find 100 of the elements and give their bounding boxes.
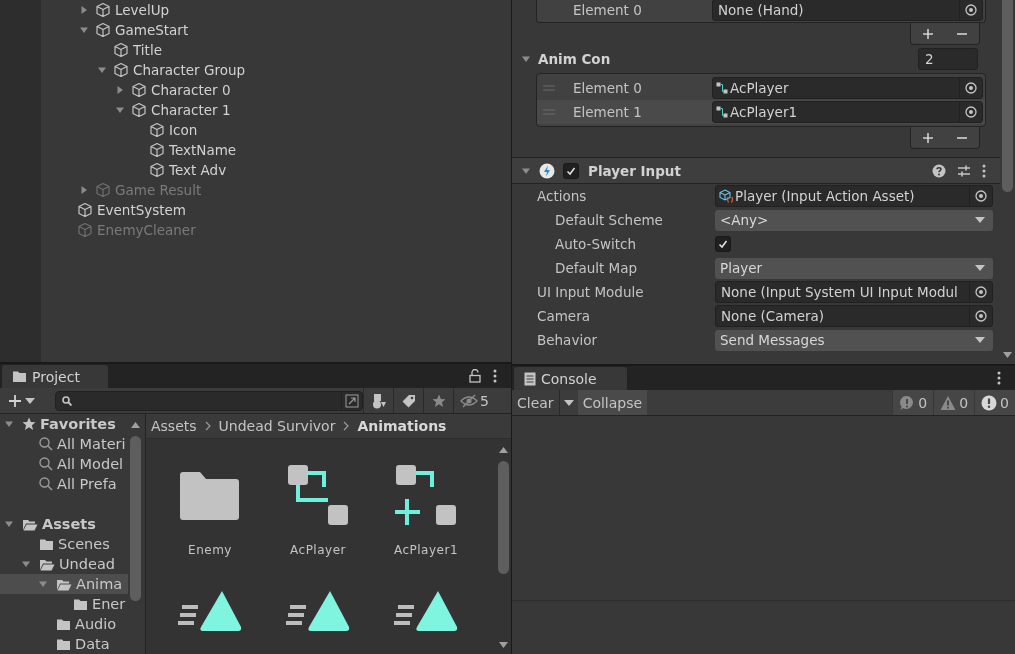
object-field[interactable]: Player (Input Action Asset)	[715, 185, 993, 207]
component-header[interactable]: Player Input	[512, 158, 1000, 183]
triangle-icon[interactable]	[115, 85, 125, 95]
search-field[interactable]	[55, 390, 363, 411]
arrow-down-icon[interactable]	[499, 642, 508, 648]
project-tree-item[interactable]: Data	[0, 634, 128, 654]
object-field[interactable]: AcPlayer	[712, 77, 983, 99]
cube-icon	[95, 2, 111, 18]
object-field[interactable]: None (Input System UI Input Modul	[715, 281, 993, 303]
hierarchy-item[interactable]: Character 0	[151, 82, 231, 98]
triangle-icon[interactable]	[4, 519, 14, 529]
clear-button[interactable]: Clear	[512, 390, 559, 415]
target-icon[interactable]	[965, 106, 977, 118]
triangle-icon[interactable]	[97, 65, 107, 75]
triangle-icon[interactable]	[4, 419, 14, 429]
triangle-icon[interactable]	[79, 185, 89, 195]
help-icon[interactable]	[932, 163, 946, 178]
sliders-icon[interactable]	[957, 163, 971, 178]
size-field[interactable]: 2	[918, 48, 978, 70]
log-count-toggle[interactable]: 0	[892, 390, 934, 415]
more-icon[interactable]	[493, 369, 497, 383]
hierarchy-item[interactable]: Icon	[169, 122, 198, 138]
triangle-icon[interactable]	[38, 579, 48, 589]
list-row[interactable]: Element 0 AcPlayer	[537, 76, 985, 100]
checkbox[interactable]	[563, 162, 579, 179]
dropdown[interactable]: <Any>	[715, 209, 993, 231]
project-tree-item[interactable]: All Model	[0, 454, 128, 474]
property-label: Behavior	[536, 332, 598, 348]
cube-icon	[131, 102, 147, 118]
target-icon[interactable]	[975, 190, 987, 202]
object-field[interactable]: AcPlayer1	[712, 101, 983, 123]
scrollbar-thumb[interactable]	[1002, 0, 1013, 192]
triangle-icon[interactable]	[79, 25, 89, 35]
hierarchy-item[interactable]: LevelUp	[115, 2, 170, 18]
asset-icon	[719, 189, 733, 203]
search-icon	[39, 477, 53, 491]
triangle-icon[interactable]	[21, 559, 31, 569]
asset-name[interactable]: Enemy	[188, 543, 232, 557]
hierarchy-item[interactable]: EventSystem	[97, 202, 186, 218]
error-icon	[981, 394, 998, 411]
hierarchy-item[interactable]: Character Group	[133, 62, 246, 78]
target-icon[interactable]	[965, 4, 977, 16]
triangle-icon[interactable]	[115, 105, 125, 115]
cube-icon	[131, 82, 147, 98]
hidden-packages-button[interactable]: 5	[453, 388, 495, 413]
arrow-up-icon[interactable]	[131, 422, 140, 428]
project-tree-item[interactable]: Favorites	[0, 414, 128, 434]
list-row[interactable]: Element 1 AcPlayer1	[537, 100, 985, 124]
log-count-toggle[interactable]: 0	[933, 390, 975, 415]
hierarchy-item[interactable]: Title	[133, 42, 162, 58]
arrow-up-icon[interactable]	[499, 447, 508, 453]
caret-icon[interactable]	[975, 337, 985, 343]
target-icon[interactable]	[975, 286, 987, 298]
caret-icon[interactable]	[975, 217, 985, 223]
project-tree-item[interactable]: Scenes	[0, 534, 128, 554]
hierarchy-item[interactable]: TextName	[169, 142, 237, 158]
caret-icon[interactable]	[25, 397, 35, 404]
breadcrumb-link[interactable]: Animations	[357, 418, 447, 434]
node-graph-icon	[716, 106, 728, 118]
search-mode-button[interactable]	[341, 391, 362, 410]
project-tree-item[interactable]: Ener	[0, 594, 128, 614]
node-graph-icon[interactable]	[286, 463, 350, 527]
scrollbar-thumb[interactable]	[130, 436, 141, 601]
breadcrumb-link[interactable]: Assets	[151, 418, 197, 434]
folder-icon	[12, 370, 27, 383]
project-tree-item[interactable]: Undead	[0, 554, 128, 574]
project-tree-item[interactable]: All Prefa	[0, 474, 128, 494]
project-tree-item[interactable]: Audio	[0, 614, 128, 634]
object-field[interactable]: None (Camera)	[715, 305, 993, 327]
more-icon[interactable]	[982, 163, 986, 178]
checkbox[interactable]	[715, 236, 731, 252]
dropdown[interactable]: Player	[715, 257, 993, 279]
target-icon[interactable]	[965, 82, 977, 94]
hierarchy-item[interactable]: GameStart	[115, 22, 189, 38]
log-count-toggle[interactable]: 0	[974, 390, 1015, 415]
hierarchy-item[interactable]: Character 1	[151, 102, 231, 118]
triangle-icon[interactable]	[79, 5, 89, 15]
scrollbar-thumb[interactable]	[498, 461, 509, 574]
asset-name[interactable]: AcPlayer1	[393, 543, 459, 557]
dropdown[interactable]: Send Messages	[715, 329, 993, 351]
project-tree-item[interactable]: All Materi	[0, 434, 128, 454]
caret-icon[interactable]	[975, 265, 985, 271]
arrow-down-icon[interactable]	[1003, 352, 1012, 358]
breadcrumb-link[interactable]: Undead Survivor	[218, 418, 336, 434]
more-icon[interactable]	[997, 371, 1001, 385]
star-icon	[22, 417, 36, 431]
panel-tab[interactable]: Console	[514, 367, 627, 390]
collapse-toggle[interactable]: Collapse	[577, 390, 648, 415]
lock-icon[interactable]	[469, 369, 481, 383]
caret-icon[interactable]	[563, 399, 574, 406]
hierarchy-item[interactable]: Text Adv	[169, 162, 227, 178]
asset-name[interactable]: AcPlayer	[290, 543, 346, 557]
panel-tab[interactable]: Project	[2, 365, 108, 388]
property-label: Default Map	[554, 260, 639, 276]
triangle-icon[interactable]	[521, 54, 531, 64]
project-tree-item[interactable]: Assets	[0, 514, 128, 534]
project-tree-item[interactable]: Anima	[0, 574, 128, 594]
node-graph-plus-icon[interactable]	[394, 463, 458, 527]
target-icon[interactable]	[975, 310, 987, 322]
object-field[interactable]: None (Hand)	[712, 0, 983, 21]
